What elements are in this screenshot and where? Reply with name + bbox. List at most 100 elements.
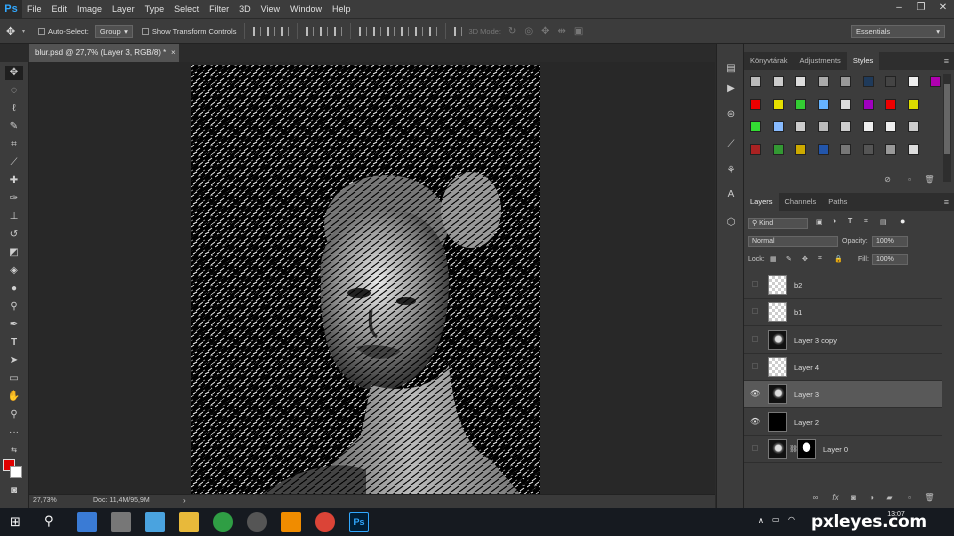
style-swatch[interactable] — [930, 76, 941, 87]
photoshop-app-icon[interactable]: Ps — [349, 512, 369, 532]
style-swatch[interactable] — [817, 121, 829, 132]
distribute-left-icon[interactable] — [401, 26, 410, 36]
3d-scale-icon[interactable]: ▣ — [574, 26, 583, 37]
filter-shape-icon[interactable]: ⌗ — [864, 218, 868, 226]
style-swatch[interactable] — [817, 143, 829, 155]
lock-artboard-icon[interactable]: ⌗ — [818, 255, 822, 263]
layer-row[interactable]: 👁 Layer 2 — [744, 409, 942, 436]
new-layer-icon[interactable]: ▫ — [904, 492, 915, 503]
new-style-icon[interactable]: ▫ — [904, 174, 915, 185]
menu-edit[interactable]: Edit — [47, 0, 73, 18]
rectangle-tool-icon[interactable]: ▭ — [5, 372, 23, 386]
calculator-app-icon[interactable] — [111, 512, 131, 532]
paint-bucket-tool-icon[interactable]: ◈ — [5, 264, 23, 278]
close-button[interactable]: ✕ — [932, 0, 954, 16]
tab-close-icon[interactable]: × — [171, 44, 176, 62]
clone-source-icon[interactable]: ⚘ — [723, 164, 739, 178]
style-swatch[interactable] — [862, 76, 874, 87]
3d-slide-icon[interactable]: ⇹ — [558, 26, 566, 37]
file-explorer-app-icon[interactable] — [77, 512, 97, 532]
chrome-app-icon[interactable] — [315, 512, 335, 532]
search-icon[interactable]: ⚲ — [44, 513, 54, 529]
tab-styles[interactable]: Styles — [846, 52, 880, 70]
properties-panel-icon[interactable]: ⊜ — [723, 108, 739, 122]
style-swatch[interactable] — [907, 143, 919, 155]
style-swatch[interactable] — [772, 143, 784, 155]
zoom-tool-icon[interactable]: ⚲ — [5, 408, 23, 422]
align-top-icon[interactable] — [253, 26, 262, 36]
distribute-bottom-icon[interactable] — [387, 26, 396, 36]
restore-button[interactable]: ❐ — [910, 0, 932, 16]
style-swatch[interactable] — [862, 143, 874, 155]
fill-input[interactable]: 100% — [872, 254, 908, 265]
align-right-icon[interactable] — [334, 26, 343, 36]
layer-row[interactable]: 👁 Layer 3 — [744, 381, 942, 409]
canvas-area[interactable] — [29, 62, 715, 495]
eraser-tool-icon[interactable]: ◩ — [5, 246, 23, 260]
visibility-toggle[interactable] — [752, 335, 758, 342]
lasso-tool-icon[interactable]: ℓ — [5, 102, 23, 116]
styles-scrollbar[interactable] — [943, 74, 951, 182]
panel-menu-icon[interactable]: ≡ — [944, 52, 949, 70]
healing-brush-tool-icon[interactable]: ✚ — [5, 174, 23, 188]
quick-select-tool-icon[interactable]: ✎ — [5, 120, 23, 134]
layer-row[interactable]: b1 — [744, 299, 942, 327]
tool-preset-dropdown-icon[interactable]: ▾ — [22, 28, 32, 35]
lock-position-icon[interactable]: ✥ — [802, 255, 808, 263]
layer-mask-thumbnail[interactable] — [797, 438, 816, 459]
lock-transparent-icon[interactable]: ▦ — [770, 255, 777, 263]
layer-row[interactable]: ⛓ Layer 0 — [744, 436, 942, 463]
eyedropper-tool-icon[interactable]: ⟋ — [5, 156, 23, 170]
new-group-icon[interactable]: ▰ — [884, 492, 895, 503]
style-swatch[interactable] — [862, 121, 874, 132]
scrollbar-thumb[interactable] — [944, 84, 950, 154]
eye-icon[interactable]: 👁 — [750, 389, 760, 399]
menu-type[interactable]: Type — [140, 0, 170, 18]
panel-menu-icon[interactable]: ≡ — [944, 193, 949, 211]
style-swatch[interactable] — [795, 98, 806, 110]
notes-app-icon[interactable] — [145, 512, 165, 532]
wifi-icon[interactable]: ◠ — [788, 515, 795, 524]
style-swatch[interactable] — [795, 143, 806, 155]
auto-select-dropdown[interactable]: Group ▾ — [94, 24, 133, 38]
windows-start-icon[interactable]: ⊞ — [10, 514, 21, 530]
tab-channels[interactable]: Channels — [779, 193, 823, 211]
menu-layer[interactable]: Layer — [107, 0, 140, 18]
style-swatch[interactable] — [907, 98, 919, 110]
add-mask-icon[interactable]: ◙ — [848, 492, 859, 503]
menu-image[interactable]: Image — [72, 0, 107, 18]
style-swatch[interactable] — [840, 143, 851, 155]
brush-settings-icon[interactable]: ⟋ — [723, 138, 739, 152]
style-swatch[interactable] — [885, 143, 896, 155]
media-app-icon[interactable] — [247, 512, 267, 532]
tab-libraries[interactable]: Könyvtárak — [744, 52, 794, 70]
utorrent-app-icon[interactable] — [213, 512, 233, 532]
workspace-dropdown[interactable]: Essentials ▾ — [851, 25, 945, 38]
visibility-toggle[interactable] — [752, 281, 758, 287]
visibility-toggle[interactable] — [752, 362, 758, 369]
app-icon[interactable] — [281, 512, 301, 532]
style-swatch[interactable] — [817, 98, 829, 110]
dodge-tool-icon[interactable]: ⚲ — [5, 300, 23, 314]
layer-row[interactable]: Layer 4 — [744, 354, 942, 381]
more-tools-icon[interactable]: ··· — [5, 426, 23, 440]
tab-paths[interactable]: Paths — [822, 193, 853, 211]
style-swatch[interactable] — [772, 98, 784, 110]
zoom-level[interactable]: 27,73% — [33, 497, 57, 504]
distribute-right-icon[interactable] — [429, 26, 438, 36]
menu-window[interactable]: Window — [285, 0, 327, 18]
auto-select-checkbox[interactable] — [38, 27, 45, 35]
3d-rotate-icon[interactable]: ↻ — [508, 26, 516, 37]
style-swatch[interactable] — [907, 76, 919, 87]
layers-list[interactable]: b2 b1 Layer 3 copy Layer 4 👁 Layer 3 👁 Layer 2 ⛓… — [744, 272, 942, 466]
style-swatch[interactable] — [795, 121, 806, 132]
style-swatch[interactable] — [750, 98, 761, 110]
brush-tool-icon[interactable]: ✑ — [5, 192, 23, 206]
document-tab[interactable]: blur.psd @ 27,7% (Layer 3, RGB/8) * — [29, 44, 179, 62]
style-swatch[interactable] — [840, 121, 851, 132]
visibility-toggle[interactable] — [752, 444, 758, 451]
distribute-hcenter-icon[interactable] — [415, 26, 424, 36]
menu-help[interactable]: Help — [327, 0, 356, 18]
filter-pixel-icon[interactable]: ▣ — [816, 218, 823, 226]
3d-pan-icon[interactable]: ✥ — [541, 26, 549, 37]
